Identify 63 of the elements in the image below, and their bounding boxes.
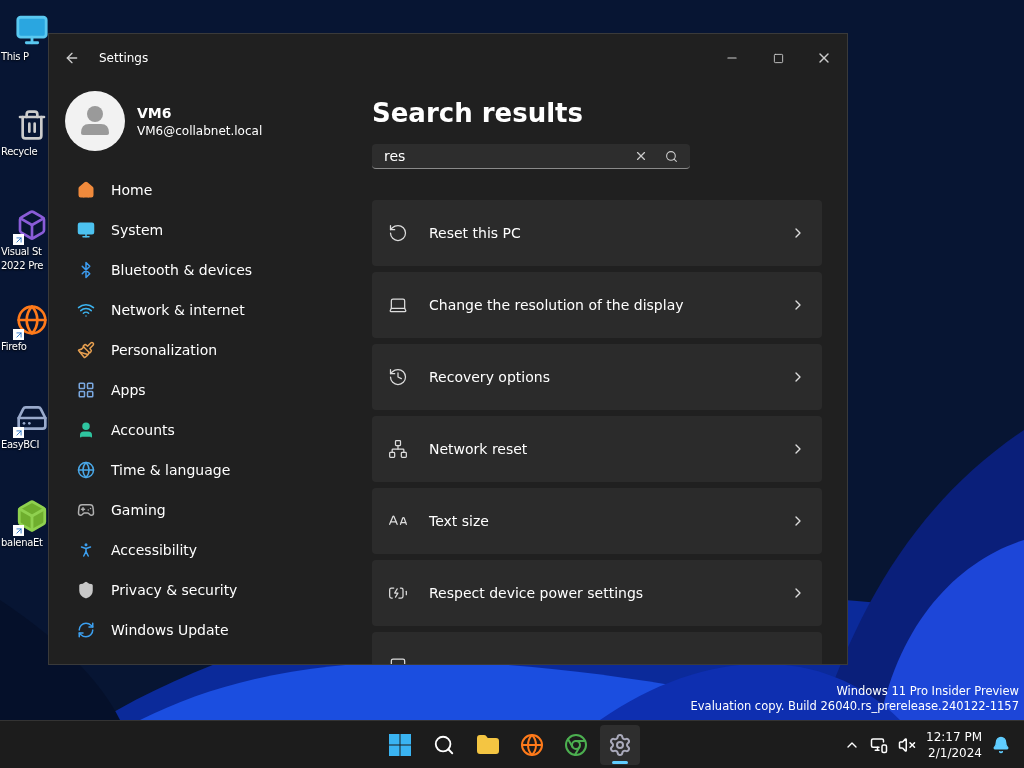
desktop-icon-label[interactable]: Recycle [1,145,38,159]
search-icon [433,733,455,756]
sidebar-item[interactable]: Bluetooth & devices [65,252,345,288]
search-input[interactable]: res [382,147,626,165]
search-result[interactable]: Recovery options [372,344,822,410]
sidebar-item[interactable]: Time & language [65,452,345,488]
page-title: Search results [372,97,584,130]
desktop-icon-label[interactable]: Visual St [1,245,42,259]
desktop-icon-label[interactable]: EasyBCI [1,438,40,452]
build-info-text: Evaluation copy. Build 26040.rs_prerelease.240122-1157 [690,699,1019,714]
network-icon [388,439,408,459]
reset-icon [388,223,408,243]
apps-grid-icon [77,381,95,399]
home-icon [77,181,95,199]
desktop-icon-label[interactable]: This P [1,50,29,64]
sidebar-item[interactable]: Network & internet [65,292,345,328]
sidebar-item[interactable]: Apps [65,372,345,408]
settings-icon [608,732,632,757]
desktop-icon-label[interactable]: balenaEt [1,536,43,550]
build-info-text: Windows 11 Pro Insider Preview [836,684,1019,699]
monitor-icon [77,221,95,239]
active-indicator [612,760,628,764]
clear-icon [634,149,648,163]
gamepad-icon [77,501,95,519]
network-icon[interactable] [870,735,888,754]
sidebar-item[interactable]: Privacy & security [65,572,345,608]
volume-muted-icon[interactable] [898,735,916,754]
search-field[interactable]: res [372,144,690,169]
maximize-icon [772,52,784,64]
sidebar-item[interactable]: Windows Update [65,612,345,648]
clock[interactable]: 12:17 PM 2/1/2024 [926,728,982,761]
sidebar-item[interactable]: Accessibility [65,532,345,568]
search-result[interactable]: Network reset [372,416,822,482]
paintbrush-icon [77,341,95,359]
window-title: Settings [99,51,149,65]
refresh-icon [77,621,95,639]
wifi-icon [77,301,95,319]
sidebar-item[interactable]: Personalization [65,332,345,368]
search-result[interactable]: Respect device power settings [372,560,822,626]
search-result[interactable]: Reset this PC [372,200,822,266]
desktop-icon-label[interactable]: Firefo [1,340,27,354]
sidebar-item[interactable]: Accounts [65,412,345,448]
cube-icon [15,499,49,533]
search-icon [664,149,678,163]
sidebar-item[interactable]: Gaming [65,492,345,528]
sidebar-item[interactable]: Home [65,172,345,208]
windows-logo-icon [388,732,412,757]
sidebar-item[interactable]: System [65,212,345,248]
recovery-icon [388,367,408,387]
account-name: VM6 [137,104,173,121]
account-email: VM6@collabnet.local [137,123,263,138]
notifications-icon[interactable] [992,735,1010,754]
taskbar-app[interactable] [600,724,640,765]
person-icon [77,421,95,439]
avatar [65,91,125,151]
shield-icon [77,581,95,599]
chrome-logo-icon [564,732,588,757]
folder-icon [476,732,500,757]
desktop-icon-label[interactable]: 2022 Pre [1,259,44,273]
search-result[interactable]: Change the resolution of the display [372,272,822,338]
search-result[interactable]: Text size [372,488,822,554]
monitor-icon [15,13,49,47]
recycle-bin-icon [16,109,48,141]
